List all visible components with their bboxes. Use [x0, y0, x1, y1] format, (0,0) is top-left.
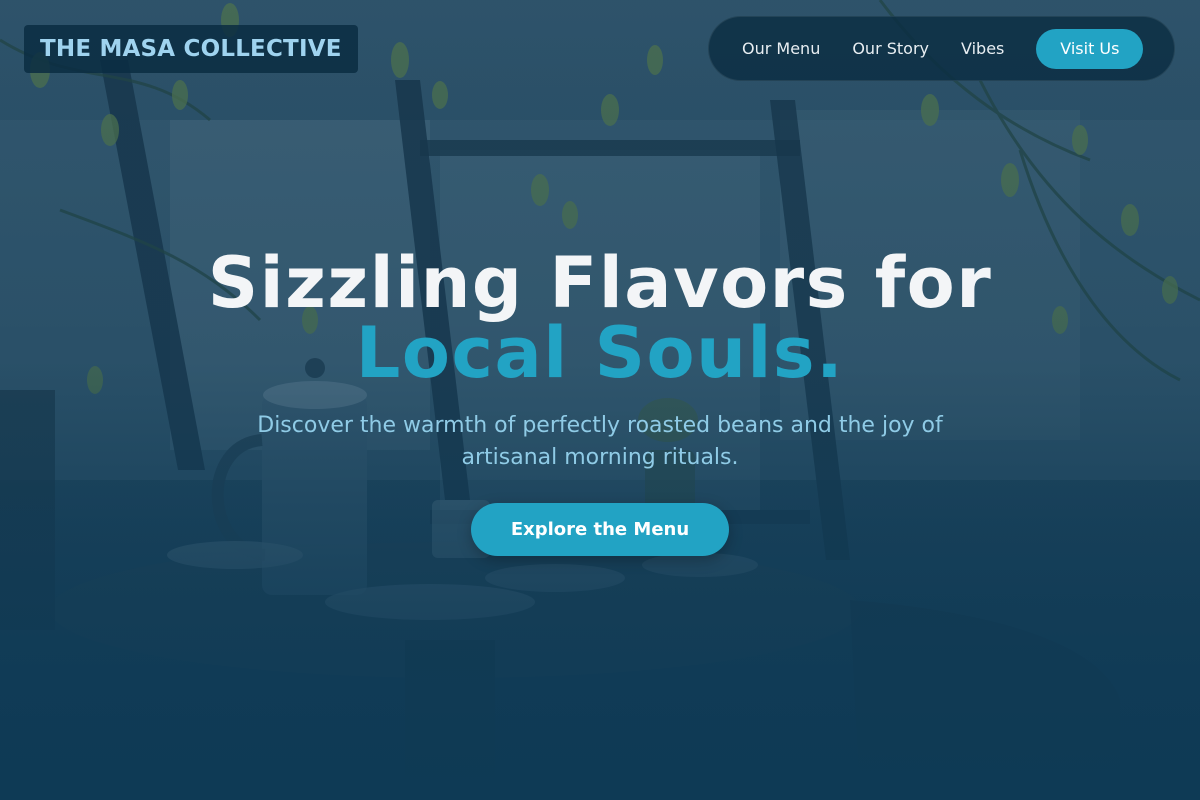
visit-us-button[interactable]: Visit Us: [1036, 28, 1144, 69]
hero-headline-accent: Local Souls.: [355, 312, 845, 394]
main-nav: Our Menu Our Story Vibes Visit Us: [708, 16, 1175, 81]
hero-section: Sizzling Flavors for Local Souls. Discov…: [0, 248, 1200, 556]
brand-logo[interactable]: THE MASA COLLECTIVE: [24, 25, 358, 73]
nav-link-our-story[interactable]: Our Story: [852, 39, 929, 58]
explore-menu-button[interactable]: Explore the Menu: [471, 503, 729, 556]
hero-subtitle: Discover the warmth of perfectly roasted…: [257, 413, 943, 470]
nav-link-vibes[interactable]: Vibes: [961, 39, 1004, 58]
hero-headline: Sizzling Flavors for Local Souls.: [0, 248, 1200, 388]
nav-link-our-menu[interactable]: Our Menu: [742, 39, 820, 58]
